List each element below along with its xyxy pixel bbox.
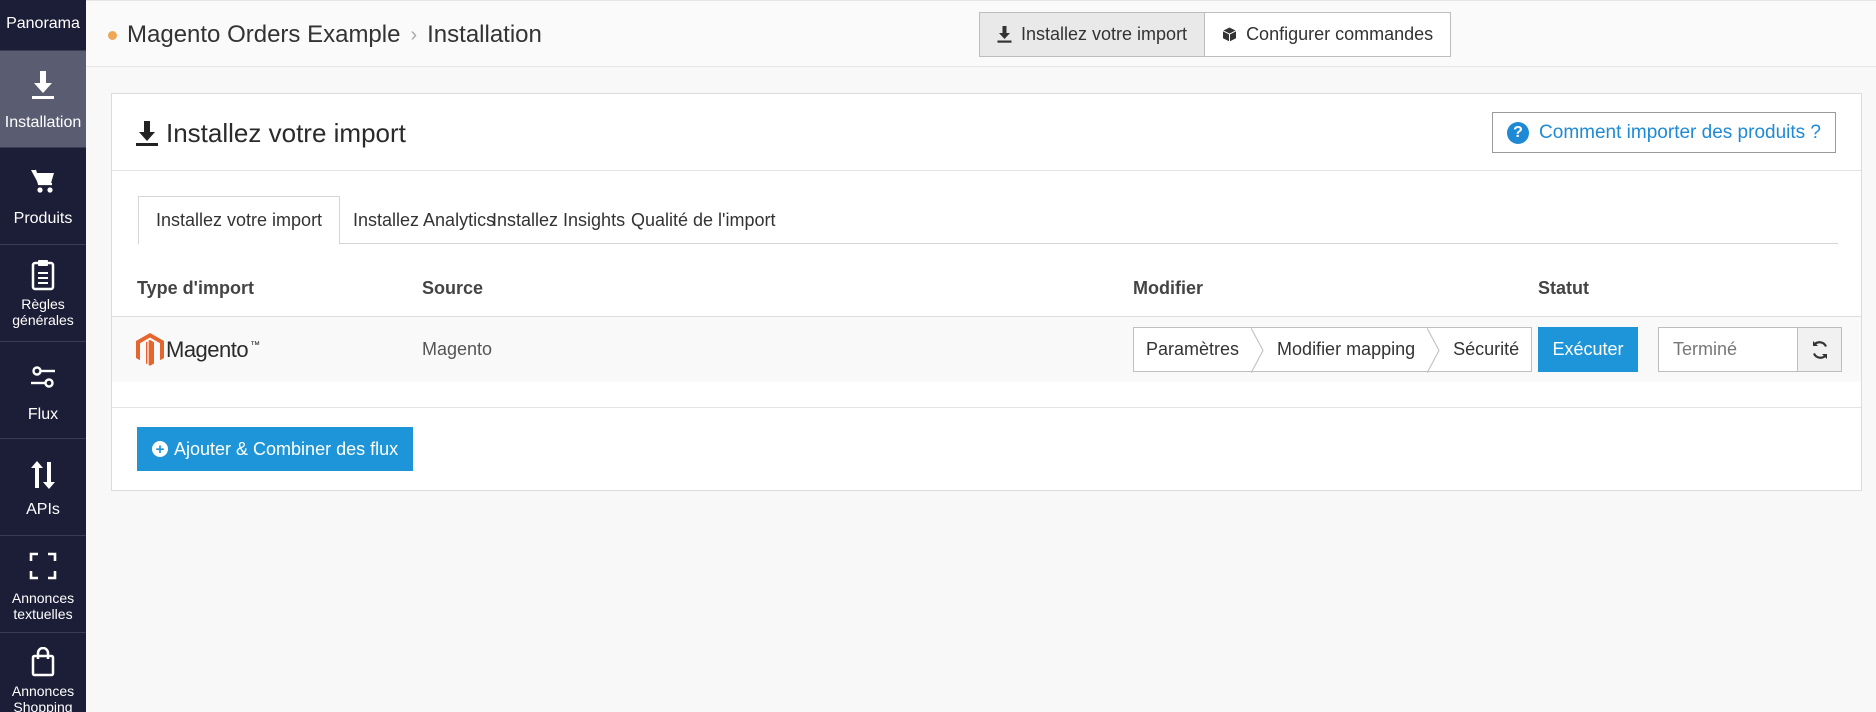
plus-circle-icon: + xyxy=(152,441,168,457)
breadcrumb-project[interactable]: Magento Orders Example xyxy=(127,21,400,49)
panel-title-text: Installez votre import xyxy=(166,118,406,148)
download-icon xyxy=(997,26,1012,43)
download-icon xyxy=(32,71,54,99)
source-cell: Magento xyxy=(422,339,493,359)
step-modifier-mapping[interactable]: Modifier mapping xyxy=(1265,328,1427,371)
install-import-label: Installez votre import xyxy=(1021,24,1188,44)
sidebar-item-installation[interactable]: Installation xyxy=(0,51,86,148)
breadcrumb: Magento Orders Example › Installation xyxy=(108,21,542,49)
sidebar-item-label: Installation xyxy=(4,114,82,131)
configure-orders-label: Configurer commandes xyxy=(1246,24,1434,44)
sliders-icon xyxy=(31,366,55,388)
magento-logo: Magento ™ xyxy=(136,333,260,366)
sidebar-item-regles-generales[interactable]: Règles générales xyxy=(0,245,86,342)
tab-import-quality[interactable]: Qualité de l'import xyxy=(614,196,793,244)
download-icon xyxy=(136,120,158,146)
step-parametres[interactable]: Paramètres xyxy=(1134,328,1251,371)
column-header-modify: Modifier xyxy=(1133,278,1203,298)
column-header-source: Source xyxy=(422,278,484,298)
cart-icon xyxy=(31,169,54,193)
column-header-type: Type d'import xyxy=(137,278,254,298)
dashboard-icon xyxy=(30,0,56,4)
status-field: Terminé xyxy=(1658,327,1798,372)
status-dot xyxy=(108,30,117,40)
panel-header: Installez votre import ? Comment importe… xyxy=(112,94,1861,171)
refresh-icon xyxy=(1812,340,1827,359)
arrows-updown-icon xyxy=(31,461,55,489)
expand-icon xyxy=(29,552,57,580)
sidebar-item-produits[interactable]: Produits xyxy=(0,148,86,245)
table-row: Magento ™ Magento Paramètres Modifier map… xyxy=(112,316,1861,382)
cube-icon xyxy=(1222,27,1237,42)
sidebar-item-annonces-textuelles[interactable]: Annonces textuelles xyxy=(0,536,86,633)
sidebar-item-label: APIs xyxy=(26,501,60,518)
sidebar-item-annonces-shopping[interactable]: Annonces Shopping xyxy=(0,633,86,712)
chevron-right-icon: › xyxy=(410,23,418,46)
divider xyxy=(112,407,1861,408)
sidebar-item-label: Annonces Shopping xyxy=(11,683,75,712)
sidebar-item-apis[interactable]: APIs xyxy=(0,439,86,536)
sidebar-item-label: Annonces textuelles xyxy=(11,590,75,622)
sidebar-item-flux[interactable]: Flux xyxy=(0,342,86,439)
trademark-symbol: ™ xyxy=(250,340,261,351)
tab-install-import[interactable]: Installez votre import xyxy=(138,196,341,245)
install-import-button[interactable]: Installez votre import xyxy=(979,12,1206,57)
top-bar: Magento Orders Example › Installation In… xyxy=(86,0,1876,67)
configure-orders-button[interactable]: Configurer commandes xyxy=(1205,12,1452,57)
panel-title: Installez votre import xyxy=(136,118,406,149)
chevron-separator xyxy=(1427,328,1440,373)
refresh-button[interactable] xyxy=(1797,327,1842,372)
breadcrumb-page: Installation xyxy=(427,21,542,48)
clipboard-icon xyxy=(31,260,55,291)
sidebar-item-panorama[interactable]: Panorama xyxy=(0,0,86,51)
sidebar-item-label: Produits xyxy=(13,210,73,227)
add-combine-label: Ajouter & Combiner des flux xyxy=(174,438,399,459)
help-label: Comment importer des produits ? xyxy=(1539,121,1821,143)
install-panel: Installez votre import ? Comment importe… xyxy=(111,93,1862,491)
column-header-status: Statut xyxy=(1538,278,1589,298)
question-icon: ? xyxy=(1507,121,1530,144)
chevron-separator xyxy=(1251,328,1264,373)
top-button-group: Installez votre import Configurer comman… xyxy=(979,12,1452,57)
modify-steps: Paramètres Modifier mapping Sécurité xyxy=(1133,327,1533,373)
shopping-bag-icon xyxy=(31,647,55,677)
help-button[interactable]: ? Comment importer des produits ? xyxy=(1492,112,1836,153)
magento-logo-icon xyxy=(136,333,164,366)
step-securite[interactable]: Sécurité xyxy=(1441,328,1531,371)
run-button[interactable]: Exécuter xyxy=(1538,327,1638,372)
magento-logo-text: Magento xyxy=(166,336,249,362)
sidebar: Panorama Installation Produits Règles gé… xyxy=(0,0,86,712)
tab-bar: Installez votre import Installez Analyti… xyxy=(138,196,1838,245)
sidebar-item-label: Règles générales xyxy=(12,296,74,328)
sidebar-item-label: Panorama xyxy=(6,15,80,32)
add-combine-flux-button[interactable]: + Ajouter & Combiner des flux xyxy=(137,427,414,471)
sidebar-item-label: Flux xyxy=(27,406,59,423)
